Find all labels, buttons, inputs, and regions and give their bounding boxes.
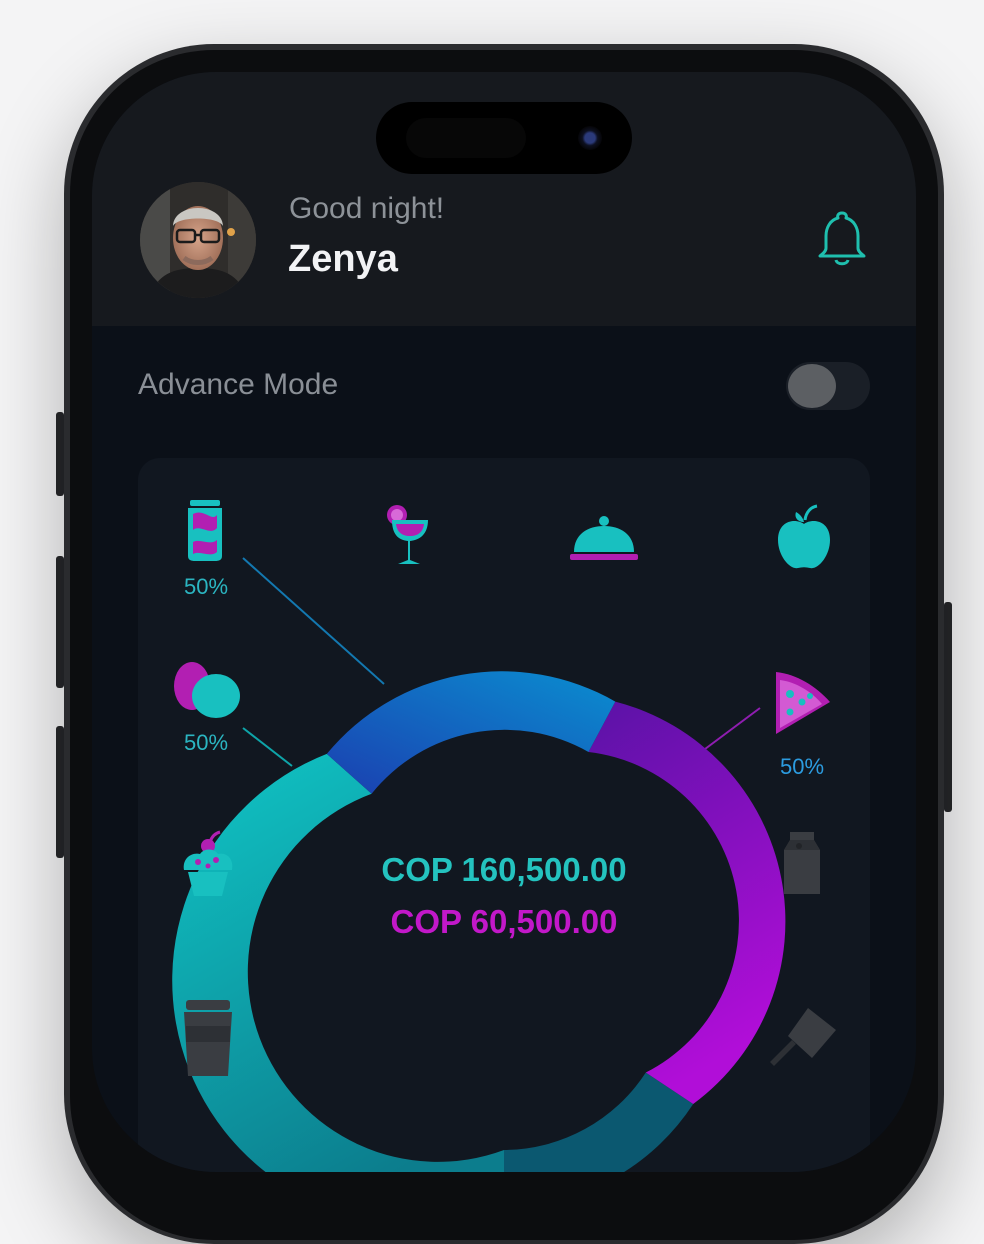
spent-amount: COP 60,500.00 (390, 903, 618, 940)
bell-icon[interactable] (816, 210, 868, 268)
action-button (56, 412, 64, 496)
volume-up-button (56, 556, 64, 688)
app-header: Good night! Zenya (92, 72, 916, 326)
advance-mode-toggle[interactable] (786, 362, 870, 410)
volume-down-button (56, 726, 64, 858)
advance-mode-label: Advance Mode (138, 368, 339, 401)
donut-segment-teal (172, 753, 504, 1172)
app-screen: Good night! Zenya Advance Mode 50% 50% 5… (92, 72, 916, 1172)
user-name: Zenya (288, 238, 398, 280)
budget-donut (172, 557, 786, 1172)
total-budget-amount: COP 160,500.00 (381, 851, 627, 888)
donut-segment-blue (326, 671, 616, 794)
connector-line-soda (242, 557, 385, 685)
budget-chart-card: 50% 50% 50% COP 160,500.00 COP 60,500.00 (138, 458, 870, 1172)
connector-line-pizza (696, 707, 761, 756)
front-camera-icon (578, 126, 602, 150)
soda-percent-label: 50% (183, 574, 229, 599)
toggle-knob[interactable] (788, 364, 836, 408)
eggs-percent-label: 50% (183, 730, 229, 755)
pizza-percent-label: 50% (779, 754, 825, 779)
user-avatar-photo (140, 182, 256, 298)
dynamic-island (376, 102, 632, 174)
connector-line-eggs (242, 727, 293, 767)
power-button (944, 602, 952, 812)
avatar[interactable] (140, 182, 256, 298)
greeting-text: Good night! (289, 192, 445, 225)
donut-segment-dark-teal (504, 1072, 694, 1172)
